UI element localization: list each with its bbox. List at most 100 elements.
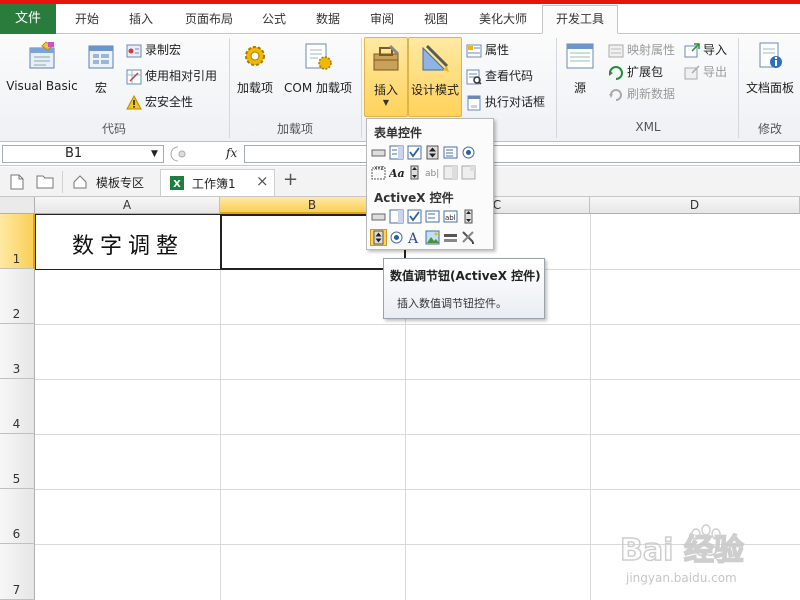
row-header-6[interactable]: 6: [0, 489, 35, 544]
map-properties-label: 映射属性: [627, 43, 676, 57]
activex-option-button-icon[interactable]: [389, 230, 404, 245]
xml-source-icon: [566, 43, 594, 69]
run-dialog-button[interactable]: 执行对话框: [466, 92, 545, 112]
tooltip-title: 数值调节钮(ActiveX 控件): [390, 269, 541, 283]
select-all-corner[interactable]: [0, 197, 35, 214]
tab-page-layout[interactable]: 页面布局: [172, 6, 246, 34]
activex-text-box-icon[interactable]: abl: [443, 209, 458, 224]
code-group-label: 代码: [101, 122, 126, 136]
expansion-packs-icon: [609, 65, 623, 80]
baidu-paw-logo: Bai 经验 jingyan.baidu.com: [619, 524, 745, 585]
activex-scroll-bar-icon[interactable]: [461, 209, 476, 224]
tab-review[interactable]: 审阅: [358, 6, 406, 34]
chevron-down-icon[interactable]: ▼: [151, 146, 158, 162]
refresh-data-label: 刷新数据: [627, 87, 676, 101]
activex-list-box-icon[interactable]: [425, 209, 440, 224]
control-tooltip: 数值调节钮(ActiveX 控件) 插入数值调节钮控件。: [383, 258, 545, 319]
row-header-1[interactable]: 1: [0, 214, 35, 269]
workbook-tab-label: 工作簿1: [192, 177, 236, 191]
row-header-7[interactable]: 7: [0, 544, 35, 600]
refresh-data-button[interactable]: 刷新数据: [608, 84, 675, 104]
macros-icon: [88, 45, 114, 69]
combo-box-control-icon[interactable]: [389, 145, 404, 160]
tab-data[interactable]: 数据: [304, 6, 352, 34]
group-separator: [738, 38, 739, 138]
view-code-button[interactable]: 查看代码: [466, 66, 533, 86]
button-control-icon[interactable]: [371, 145, 386, 160]
open-folder-icon[interactable]: [36, 174, 54, 189]
tab-view[interactable]: 视图: [412, 6, 460, 34]
xml-source-label: 源: [573, 81, 586, 95]
relative-reference-button[interactable]: 使用相对引用: [126, 66, 217, 86]
cell-a1[interactable]: 数字调整: [35, 214, 221, 270]
expansion-packs-button[interactable]: 扩展包: [608, 62, 663, 82]
import-button[interactable]: 导入: [684, 40, 727, 60]
option-button-control-icon[interactable]: [461, 145, 476, 160]
combo-dropdown-edit-control-icon[interactable]: [461, 165, 476, 180]
document-panel-label: 文档面板: [745, 81, 794, 95]
close-icon[interactable]: ×: [256, 172, 269, 190]
addins-label: 加载项: [236, 81, 273, 95]
activex-toggle-button-icon[interactable]: [443, 230, 458, 245]
tab-beautify-master[interactable]: 美化大师: [468, 6, 538, 34]
activex-label-icon[interactable]: A: [407, 230, 422, 245]
add-tab-icon[interactable]: +: [283, 169, 298, 190]
workbook-tab[interactable]: X 工作簿1 ×: [160, 169, 275, 196]
list-box-control-icon[interactable]: [443, 145, 458, 160]
group-separator: [556, 38, 557, 138]
insert-controls-button[interactable]: 插入 ▼: [364, 37, 408, 117]
addins-button[interactable]: 加载项: [232, 40, 278, 100]
map-properties-button[interactable]: 映射属性: [608, 40, 675, 60]
spin-button-control-icon[interactable]: [425, 145, 440, 160]
modify-group-label: 修改: [757, 122, 782, 136]
toolbox-icon: [373, 44, 400, 71]
com-addins-button[interactable]: COM 加载项: [280, 40, 356, 100]
tab-insert[interactable]: 插入: [116, 6, 166, 34]
tab-formulas[interactable]: 公式: [250, 6, 298, 34]
tab-home[interactable]: 开始: [62, 6, 112, 34]
label-control-icon[interactable]: Aa: [389, 165, 404, 180]
tab-file[interactable]: 文件: [0, 4, 56, 34]
xml-source-button[interactable]: 源: [560, 40, 600, 100]
view-code-icon: [466, 69, 482, 85]
document-panel-button[interactable]: 文档面板: [740, 40, 800, 100]
export-button[interactable]: 导出: [684, 62, 727, 82]
template-zone-tab[interactable]: 模板专区: [62, 171, 158, 193]
new-document-icon[interactable]: [10, 174, 24, 190]
combo-list-edit-control-icon[interactable]: [443, 165, 458, 180]
activex-image-icon[interactable]: [425, 230, 440, 245]
formula-toggle-icon[interactable]: [168, 145, 212, 163]
tab-developer[interactable]: 开发工具: [542, 5, 618, 34]
refresh-icon: [609, 88, 622, 101]
design-mode-button[interactable]: 设计模式: [408, 37, 462, 117]
export-icon: [684, 64, 700, 79]
column-header-d[interactable]: D: [590, 197, 800, 214]
checkbox-control-icon[interactable]: [407, 145, 422, 160]
row-header-2[interactable]: 2: [0, 269, 35, 324]
activex-checkbox-icon[interactable]: [407, 209, 422, 224]
activex-spin-button-icon[interactable]: [370, 229, 387, 246]
formula-input[interactable]: [244, 145, 800, 163]
macro-security-button[interactable]: 宏安全性: [126, 92, 193, 112]
activex-controls-heading: ActiveX 控件: [374, 191, 454, 205]
text-field-control-icon[interactable]: ab|: [425, 165, 440, 180]
properties-button[interactable]: 属性: [466, 40, 509, 60]
scroll-bar-control-icon[interactable]: [407, 165, 422, 180]
visual-basic-button[interactable]: Visual Basic: [4, 40, 80, 100]
activex-combo-box-icon[interactable]: [389, 209, 404, 224]
column-header-a[interactable]: A: [35, 197, 220, 214]
insert-function-icon[interactable]: fx: [226, 146, 237, 160]
record-macro-button[interactable]: 录制宏: [126, 40, 181, 60]
xml-group-label: XML: [635, 120, 661, 134]
macros-button[interactable]: 宏: [82, 40, 120, 100]
more-controls-icon[interactable]: [461, 230, 476, 245]
name-box[interactable]: B1 ▼: [2, 145, 164, 163]
row-header-5[interactable]: 5: [0, 434, 35, 489]
cell-a1-text: 数字调整: [71, 234, 184, 259]
row-header-4[interactable]: 4: [0, 379, 35, 434]
design-mode-label: 设计模式: [410, 83, 459, 97]
com-addins-icon: [305, 43, 332, 70]
activex-button-icon[interactable]: [371, 209, 386, 224]
group-box-control-icon[interactable]: XYZ: [371, 165, 386, 180]
row-header-3[interactable]: 3: [0, 324, 35, 379]
